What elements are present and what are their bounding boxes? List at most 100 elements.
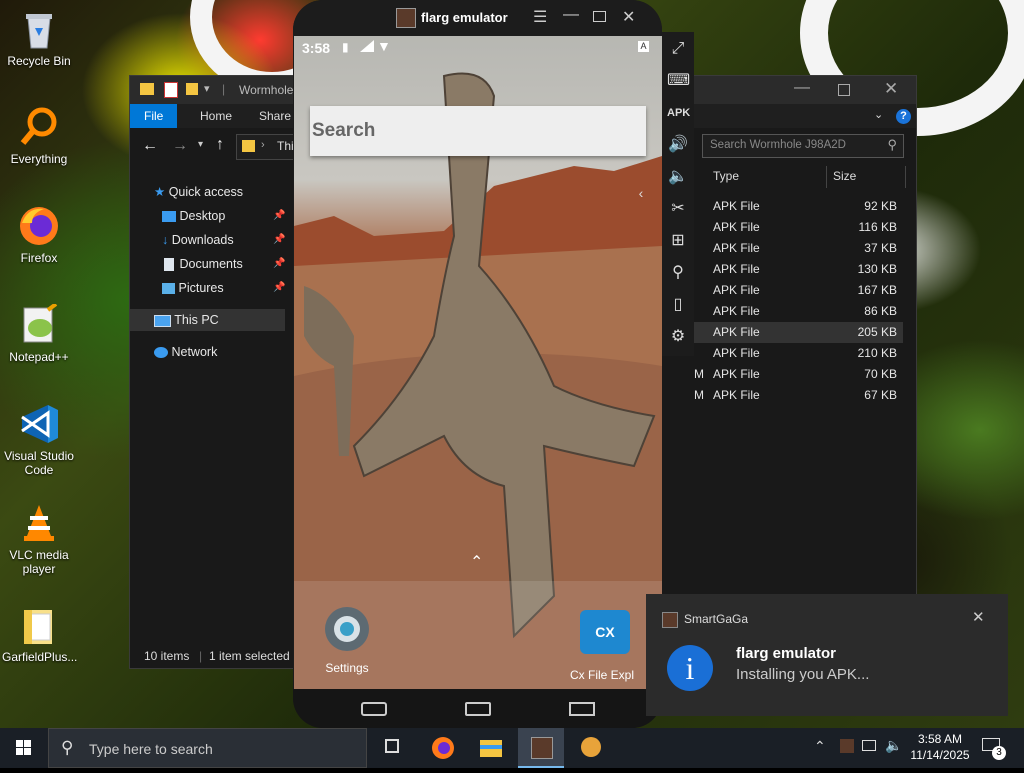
help-icon[interactable]: ? — [896, 109, 911, 124]
tab-file[interactable]: File — [130, 104, 178, 128]
screenshot-scissors-icon[interactable]: ✂ — [667, 198, 689, 220]
keyboard-icon[interactable]: ⌨ — [667, 70, 690, 92]
settings-icon[interactable]: ⚙ — [667, 326, 689, 348]
desktop-icon-recycle-bin[interactable]: Recycle Bin — [2, 8, 76, 68]
desktop-icon-firefox[interactable]: Firefox — [2, 205, 76, 265]
table-row[interactable]: APK File 210 KB — [693, 343, 903, 364]
taskbar-search-box[interactable]: ⚲ Type here to search — [48, 728, 367, 768]
desktop-icon-label: VLC media player — [9, 548, 69, 576]
properties-icon[interactable] — [164, 82, 178, 98]
chevron-down-icon[interactable]: ▾ — [204, 82, 210, 95]
back-arrow-icon[interactable]: ← — [142, 137, 158, 155]
volume-up-icon[interactable]: 🔊 — [667, 134, 689, 156]
start-button[interactable] — [0, 728, 48, 768]
action-center-button[interactable]: 3 — [982, 736, 1006, 760]
nav-item-network[interactable]: Network — [154, 341, 217, 363]
column-header-type[interactable]: Type — [713, 164, 739, 188]
dock-app-settings[interactable]: Settings — [312, 602, 382, 675]
collapse-toolbar-icon[interactable]: ‹ — [630, 182, 652, 204]
row-size: 210 KB — [857, 346, 897, 360]
tray-emulator-icon[interactable] — [840, 739, 854, 753]
nav-item-documents[interactable]: Documents — [162, 253, 243, 275]
table-row[interactable]: APK File 116 KB — [693, 217, 903, 238]
nav-item-desktop[interactable]: Desktop — [162, 205, 225, 227]
nav-label: Desktop — [179, 209, 226, 223]
volume-down-icon[interactable]: 🔈 — [667, 166, 689, 188]
task-view-button[interactable] — [374, 728, 410, 768]
star-icon: ★ — [154, 185, 166, 199]
location-icon[interactable]: ⚲ — [667, 262, 689, 284]
search-icon: ⚲ — [887, 137, 897, 152]
minimize-button[interactable]: — — [563, 6, 579, 24]
show-hidden-icons-chevron-icon[interactable]: ⌃ — [814, 738, 826, 755]
maximize-button[interactable] — [593, 11, 606, 22]
desktop-icon-label: GarfieldPlus... — [2, 650, 78, 664]
home-icon[interactable] — [465, 702, 491, 716]
emulator-title-bar[interactable]: flarg emulator ☰ — ✕ — [293, 0, 662, 36]
ribbon-expand-icon[interactable]: ⌄ — [874, 108, 883, 121]
maximize-button[interactable] — [838, 84, 850, 96]
notification-toast[interactable]: SmartGaGa ✕ i flarg emulator Installing … — [646, 594, 1008, 716]
search-field[interactable]: Search Wormhole J98A2D ⚲ — [702, 134, 904, 158]
close-button[interactable]: ✕ — [884, 79, 898, 99]
documents-icon — [164, 258, 174, 272]
install-apk-icon[interactable]: APK — [667, 102, 690, 124]
close-button[interactable]: ✕ — [622, 7, 635, 27]
table-row[interactable]: APK File 205 KB — [693, 322, 903, 343]
desktop-icon-everything[interactable]: Everything — [2, 106, 76, 166]
nav-item-pictures[interactable]: Pictures — [162, 277, 224, 299]
minimize-button[interactable]: — — [794, 79, 810, 97]
fullscreen-icon[interactable]: ⤢ — [667, 38, 689, 60]
android-screen[interactable]: 3:58 ▮ ▼ A Search ⌃ Settings CX Cx File … — [294, 36, 662, 689]
recent-locations-icon[interactable]: ▾ — [198, 139, 203, 150]
nav-item-this-pc[interactable]: This PC — [154, 309, 219, 331]
close-icon[interactable]: ✕ — [972, 608, 985, 626]
notification-count-badge: 3 — [992, 746, 1006, 760]
table-row[interactable]: APK File 37 KB — [693, 238, 903, 259]
table-row[interactable]: APK File 167 KB — [693, 280, 903, 301]
dock-app-label: Settings — [325, 661, 369, 675]
system-clock[interactable]: 3:58 AM 11/14/2025 — [908, 731, 972, 763]
desktop-icon-vscode[interactable]: Visual Studio Code — [2, 403, 76, 477]
nav-label: Quick access — [168, 185, 244, 199]
multi-instance-icon[interactable]: ⊞ — [667, 230, 689, 252]
address-bar[interactable]: › This — [236, 134, 300, 160]
nav-item-quick-access[interactable]: ★ Quick access — [154, 181, 243, 203]
taskbar-flarg-emulator[interactable] — [518, 728, 564, 768]
desktop-icon-garfield-folder[interactable]: GarfieldPlus... — [2, 604, 78, 664]
taskbar-firefox[interactable] — [424, 728, 462, 768]
shake-icon[interactable]: ▯ — [667, 294, 689, 316]
row-size: 130 KB — [857, 262, 897, 276]
notification-title: flarg emulator — [736, 645, 837, 662]
taskbar: ⚲ Type here to search ⌃ 🔈 3:58 AM 11/14/… — [0, 728, 1024, 768]
nav-item-downloads[interactable]: ↓ Downloads — [162, 229, 234, 251]
network-tray-icon[interactable] — [862, 740, 876, 751]
back-icon[interactable] — [361, 702, 387, 716]
app-drawer-chevron-icon[interactable]: ⌃ — [470, 552, 483, 572]
taskbar-file-explorer[interactable] — [472, 728, 510, 768]
tab-home[interactable]: Home — [186, 104, 246, 128]
notification-app-name: SmartGaGa — [684, 612, 749, 626]
table-row[interactable]: M APK File 70 KB — [693, 364, 903, 385]
menu-icon[interactable]: ☰ — [533, 7, 547, 27]
emulator-window[interactable]: flarg emulator ☰ — ✕ 3:58 ▮ ▼ A Search ⌃… — [293, 0, 662, 728]
up-arrow-icon[interactable]: ↑ — [216, 136, 224, 154]
desktop-icon-label: Visual Studio Code — [4, 449, 74, 477]
breadcrumb-separator-icon: › — [261, 139, 265, 151]
forward-arrow-icon[interactable]: → — [172, 137, 188, 155]
row-name-fragment: M — [694, 388, 704, 402]
nav-label: Downloads — [171, 233, 234, 247]
new-folder-icon[interactable] — [186, 83, 198, 95]
recent-apps-icon[interactable] — [569, 702, 595, 716]
volume-muted-icon[interactable]: 🔈 — [885, 737, 902, 754]
table-row[interactable]: APK File 92 KB — [693, 196, 903, 217]
table-row[interactable]: APK File 86 KB — [693, 301, 903, 322]
column-header-size[interactable]: Size — [833, 164, 856, 188]
table-row[interactable]: M APK File 67 KB — [693, 385, 903, 406]
launcher-search-bar[interactable]: Search — [310, 106, 646, 156]
taskbar-smartgaga[interactable] — [570, 728, 612, 768]
table-row[interactable]: APK File 130 KB — [693, 259, 903, 280]
firefox-icon — [18, 205, 60, 247]
desktop-icon-vlc[interactable]: VLC media player — [2, 502, 76, 576]
desktop-icon-notepad-plus-plus[interactable]: Notepad++ — [2, 302, 76, 364]
